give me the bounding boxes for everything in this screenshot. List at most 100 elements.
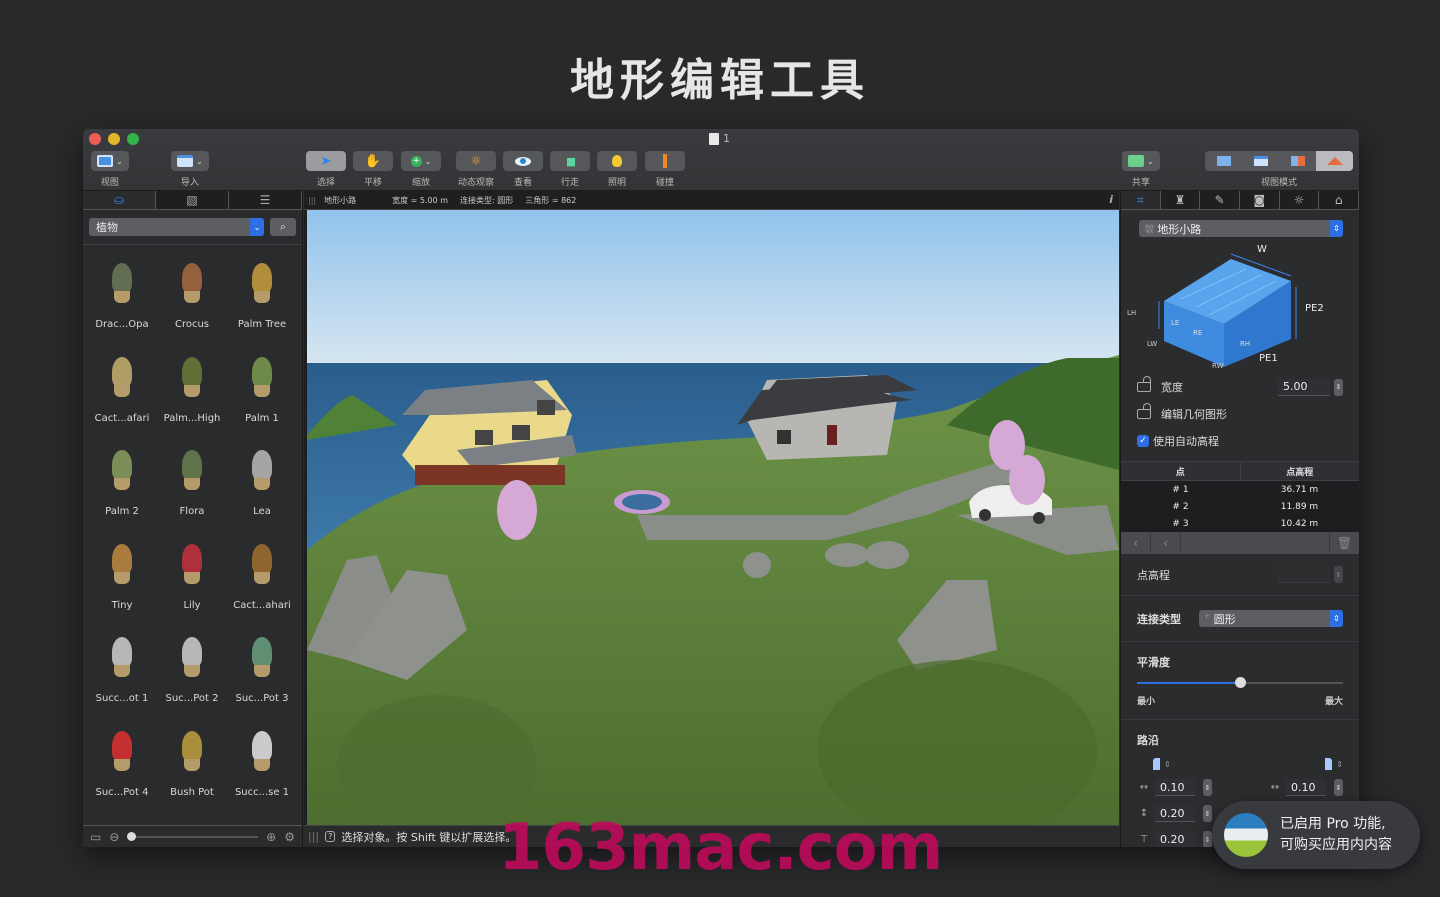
zoom-tool[interactable]: + ⌄ 缩放 xyxy=(401,151,441,188)
look-button[interactable] xyxy=(503,151,543,171)
library-item[interactable]: Crocus xyxy=(157,251,227,345)
table-row[interactable]: # 2 11.89 m xyxy=(1121,498,1359,515)
table-row[interactable]: # 1 36.71 m xyxy=(1121,481,1359,498)
library-item[interactable]: Lea xyxy=(227,438,297,532)
zoom-in-icon[interactable]: ⊕ xyxy=(266,830,276,844)
walk-tool[interactable]: ▮▮ 行走 xyxy=(550,151,590,188)
view-mode-segmented[interactable] xyxy=(1205,151,1353,171)
help-bubble-icon[interactable]: ? xyxy=(325,831,336,842)
tab-building[interactable]: ⌂ xyxy=(1319,191,1359,209)
library-item[interactable]: Suc...Pot 3 xyxy=(227,625,297,719)
library-item[interactable]: Suc...Pot 4 xyxy=(87,719,157,813)
orbit-tool[interactable]: ⚛ 动态观察 xyxy=(456,151,496,188)
select-tool[interactable]: ➤ 选择 xyxy=(306,151,346,188)
library-item[interactable]: Palm...High xyxy=(157,345,227,439)
slider-knob[interactable] xyxy=(1235,677,1246,688)
collision-tool[interactable]: 碰撞 xyxy=(645,151,685,188)
pan-button[interactable]: ✋ xyxy=(353,151,393,171)
edit-geometry-label[interactable]: 编辑几何图形 xyxy=(1161,406,1227,422)
library-item[interactable]: Tiny xyxy=(87,532,157,626)
library-item[interactable]: Palm Tree xyxy=(227,251,297,345)
search-button[interactable]: ⌕ xyxy=(270,218,296,236)
col-elevation[interactable]: 点高程 xyxy=(1241,462,1360,480)
close-window-button[interactable] xyxy=(89,133,101,145)
col-point[interactable]: 点 xyxy=(1121,462,1241,480)
image-icon[interactable]: ▭ xyxy=(90,830,101,844)
library-item[interactable]: Succ...ot 1 xyxy=(87,625,157,719)
view-mode-3d[interactable] xyxy=(1316,151,1353,171)
point-elevation-input[interactable] xyxy=(1278,566,1330,583)
view-mode-2d[interactable] xyxy=(1205,151,1242,171)
unlock-icon[interactable] xyxy=(1137,376,1151,392)
tab-materials[interactable]: ▧ xyxy=(156,191,229,209)
import-tool[interactable]: ⌄ 导入 xyxy=(171,151,209,188)
tab-light[interactable]: ☼ xyxy=(1279,191,1320,209)
tab-paint[interactable]: ♜ xyxy=(1160,191,1201,209)
library-item[interactable]: Drac...Opa xyxy=(87,251,157,345)
category-dropdown[interactable]: 植物 ⌄ xyxy=(89,218,264,236)
tab-furniture[interactable]: ⛀ xyxy=(83,191,156,209)
maximize-window-button[interactable] xyxy=(127,133,139,145)
stepper[interactable]: ⇕ xyxy=(1203,805,1212,822)
edit-geometry-row[interactable]: 编辑几何图形 xyxy=(1121,403,1359,424)
info-icon[interactable]: i xyxy=(1109,193,1113,206)
gear-icon[interactable]: ⚙ xyxy=(284,830,295,844)
collision-button[interactable] xyxy=(645,151,685,171)
lighting-button[interactable] xyxy=(597,151,637,171)
3d-scene[interactable] xyxy=(307,210,1119,825)
width-stepper[interactable]: ⇕ xyxy=(1334,378,1343,396)
auto-elevation-checkbox[interactable]: ✓ xyxy=(1137,435,1149,447)
share-tool[interactable]: ⌄ 共享 xyxy=(1122,151,1160,188)
add-point-after-icon[interactable]: ‹ xyxy=(1151,532,1181,554)
library-item[interactable]: Cact...afari xyxy=(87,345,157,439)
tab-camera[interactable]: ◙ xyxy=(1240,191,1280,209)
share-button[interactable]: ⌄ xyxy=(1122,151,1160,171)
library-item[interactable]: Palm 2 xyxy=(87,438,157,532)
view-button[interactable]: ⌄ xyxy=(91,151,129,171)
tab-object[interactable]: ⌗ xyxy=(1121,191,1161,209)
3d-viewport[interactable] xyxy=(307,210,1119,825)
left-curb-height-input[interactable]: 0.20 xyxy=(1155,805,1195,822)
left-curb-width-input[interactable]: 0.10 xyxy=(1155,779,1195,796)
trash-icon[interactable]: 🗑 xyxy=(1329,532,1359,554)
left-curb-depth-input[interactable]: 0.20 xyxy=(1155,831,1195,847)
import-button[interactable]: ⌄ xyxy=(171,151,209,171)
stepper[interactable]: ⇕ xyxy=(1334,779,1343,796)
add-point-before-icon[interactable]: ‹ xyxy=(1121,532,1151,554)
width-input[interactable]: 5.00 xyxy=(1278,378,1330,396)
look-tool[interactable]: 查看 xyxy=(503,151,543,188)
tab-list[interactable]: ☰ xyxy=(229,191,302,209)
library-item[interactable]: Suc...Pot 2 xyxy=(157,625,227,719)
minimize-window-button[interactable] xyxy=(108,133,120,145)
orbit-button[interactable]: ⚛ xyxy=(456,151,496,171)
join-type-dropdown[interactable]: ⌜ 圆形 ⇕ xyxy=(1199,610,1343,627)
pro-features-toast[interactable]: 已启用 Pro 功能, 可购买应用内内容 xyxy=(1212,801,1420,869)
left-curb-style[interactable]: ⇕ xyxy=(1137,758,1240,770)
lighting-tool[interactable]: 照明 xyxy=(597,151,637,188)
stepper[interactable]: ⇕ xyxy=(1203,779,1212,796)
pan-tool[interactable]: ✋ 平移 xyxy=(353,151,393,188)
select-button[interactable]: ➤ xyxy=(306,151,346,171)
smoothness-slider[interactable] xyxy=(1137,677,1343,688)
zoom-button[interactable]: + ⌄ xyxy=(401,151,441,171)
library-item[interactable]: Flora xyxy=(157,438,227,532)
library-item[interactable]: Palm 1 xyxy=(227,345,297,439)
tab-edit[interactable]: ✎ xyxy=(1200,191,1241,209)
slider-knob[interactable] xyxy=(127,831,137,841)
thumbnail-size-slider[interactable] xyxy=(127,831,259,841)
view-mode-elevation[interactable] xyxy=(1242,151,1279,171)
table-row[interactable]: # 3 10.42 m xyxy=(1121,515,1359,532)
library-item[interactable]: Cact...ahari xyxy=(227,532,297,626)
right-curb-width-input[interactable]: 0.10 xyxy=(1286,779,1326,796)
point-elevation-stepper[interactable]: ⇕ xyxy=(1334,566,1343,583)
zoom-out-icon[interactable]: ⊖ xyxy=(109,830,119,844)
library-item[interactable]: Succ...se 1 xyxy=(227,719,297,813)
library-item[interactable]: Bush Pot xyxy=(157,719,227,813)
library-item[interactable]: Lily xyxy=(157,532,227,626)
view-tool[interactable]: ⌄ 视图 xyxy=(91,151,129,188)
unlock-icon[interactable] xyxy=(1137,403,1151,419)
right-curb-style[interactable]: ⇕ xyxy=(1240,758,1343,770)
walk-button[interactable]: ▮▮ xyxy=(550,151,590,171)
object-type-dropdown[interactable]: ⛆ 地形小路 ⇕ xyxy=(1139,220,1343,237)
stepper[interactable]: ⇕ xyxy=(1203,831,1212,847)
